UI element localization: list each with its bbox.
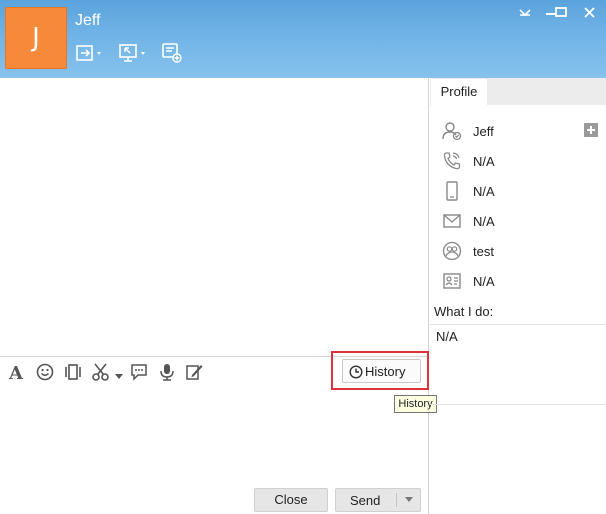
avatar[interactable]: J: [5, 7, 67, 69]
emoji-icon[interactable]: [35, 362, 55, 382]
group-icon: [441, 240, 463, 262]
divider: [428, 78, 429, 514]
shake-icon[interactable]: [63, 362, 83, 382]
screen-share-icon[interactable]: [118, 42, 150, 64]
add-icon[interactable]: [584, 123, 598, 137]
maximize-icon[interactable]: [551, 4, 573, 22]
user-status-icon: [441, 120, 463, 142]
send-file-icon[interactable]: [75, 42, 107, 64]
comment-icon[interactable]: [129, 362, 149, 382]
message-history-area[interactable]: [0, 78, 427, 357]
profile-group: test: [473, 244, 494, 259]
profile-email: N/A: [473, 214, 495, 229]
screenshot-scissors-icon[interactable]: [91, 362, 111, 382]
divider: [430, 404, 606, 405]
edit-icon[interactable]: [184, 362, 204, 382]
close-icon[interactable]: [579, 4, 601, 22]
svg-text:A: A: [8, 363, 24, 382]
message-input[interactable]: [0, 390, 427, 485]
divider: [430, 324, 606, 325]
send-button-label: Send: [350, 493, 381, 508]
phone-icon: [441, 150, 463, 172]
add-contact-chat-icon[interactable]: [160, 42, 192, 64]
divider: [396, 493, 397, 507]
what-i-do-value: N/A: [436, 329, 458, 344]
send-button[interactable]: Send: [335, 488, 421, 512]
highlight-box: [331, 351, 429, 390]
chevron-down-icon[interactable]: [402, 491, 416, 507]
microphone-icon[interactable]: [157, 362, 177, 382]
pin-icon[interactable]: [514, 4, 536, 22]
mobile-icon: [441, 180, 463, 202]
id-card-icon: [441, 270, 463, 292]
what-i-do-label: What I do:: [434, 304, 494, 319]
tab-profile[interactable]: Profile: [431, 79, 487, 106]
mail-icon: [441, 210, 463, 232]
font-icon[interactable]: A: [7, 362, 27, 384]
profile-mobile: N/A: [473, 184, 495, 199]
close-button[interactable]: Close: [254, 488, 328, 512]
profile-id: N/A: [473, 274, 495, 289]
contact-name: Jeff: [75, 12, 101, 29]
chevron-down-icon[interactable]: [114, 368, 124, 379]
profile-name: Jeff: [473, 124, 494, 139]
profile-phone: N/A: [473, 154, 495, 169]
